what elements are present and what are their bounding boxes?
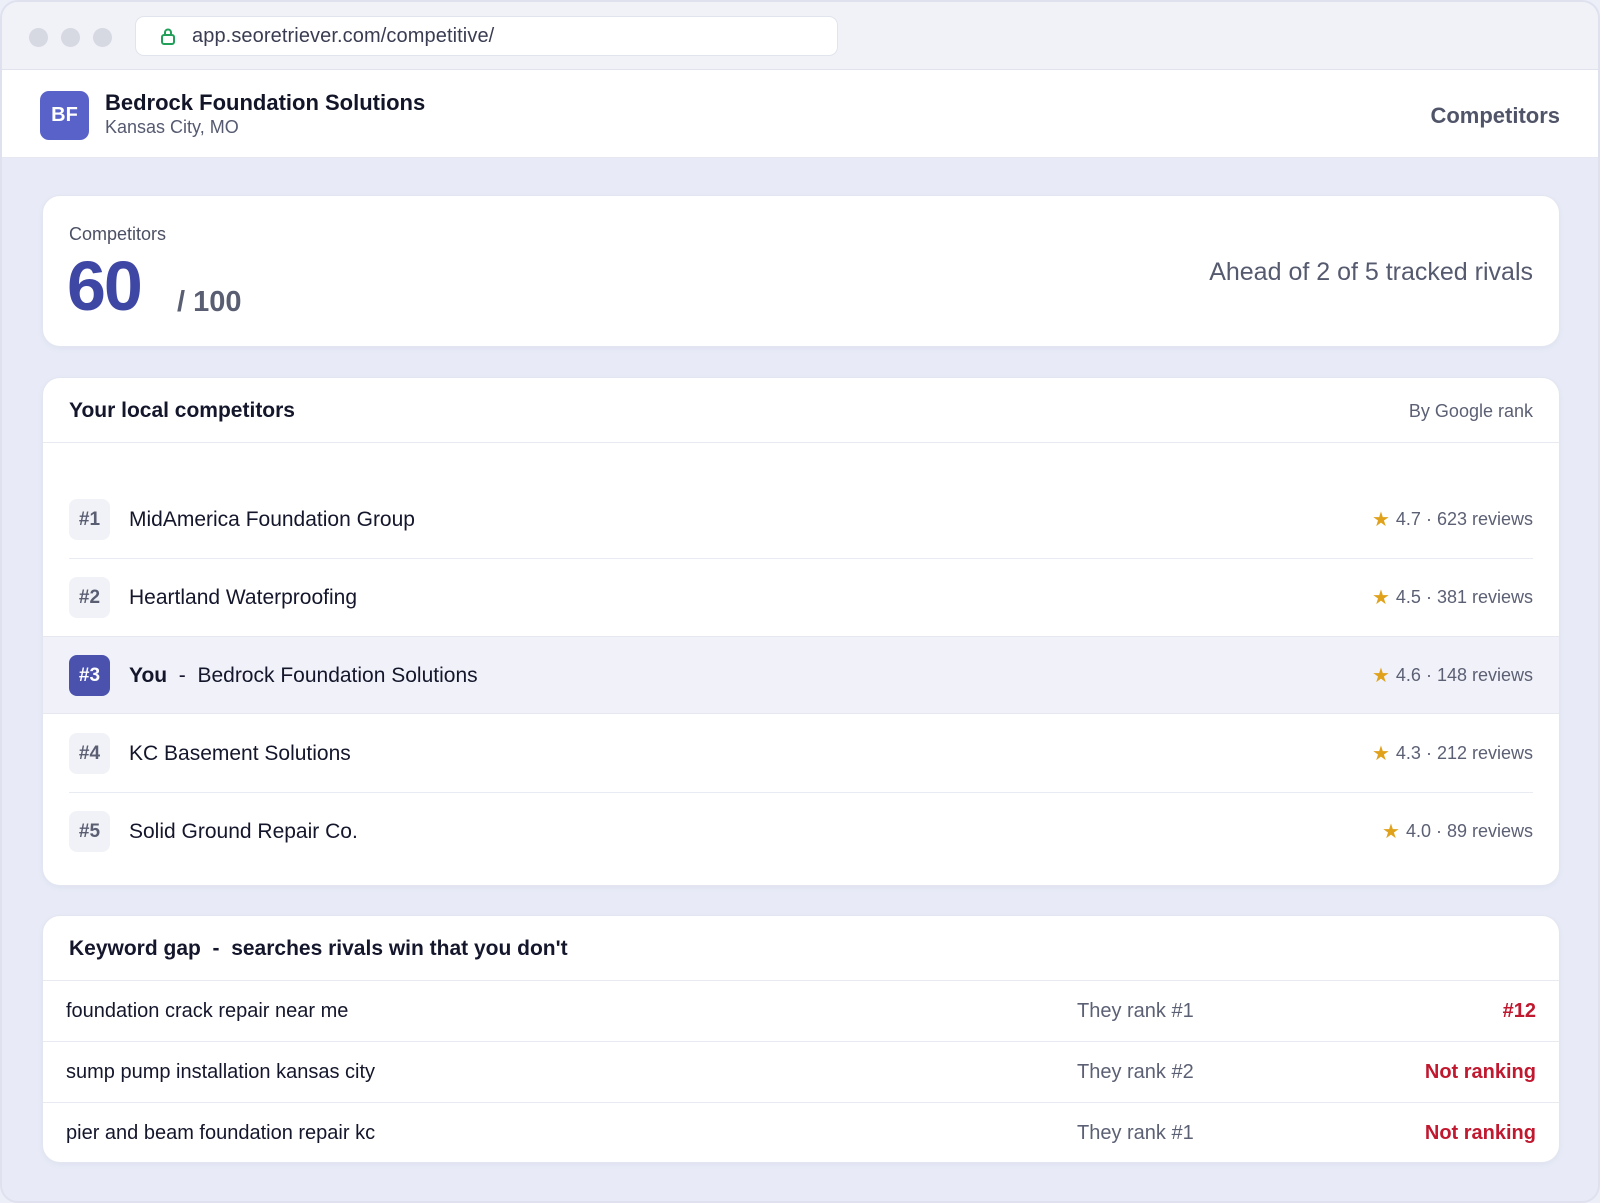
rank-badge: #4 <box>69 733 110 774</box>
window-maximize-dot[interactable] <box>93 28 112 47</box>
window-minimize-dot[interactable] <box>61 28 80 47</box>
competitor-name: You - Bedrock Foundation Solutions <box>129 664 478 687</box>
sort-label[interactable]: By Google rank <box>1409 401 1533 422</box>
browser-window: app.seoretriever.com/competitive/ BF Bed… <box>0 0 1600 1203</box>
business-location: Kansas City, MO <box>105 117 239 137</box>
address-bar[interactable]: app.seoretriever.com/competitive/ <box>135 16 838 56</box>
keyword-row[interactable]: sump pump installation kansas city They … <box>43 1042 1559 1103</box>
competitor-row[interactable]: #4 KC Basement Solutions ★ 4.3 · 212 revi… <box>69 715 1533 793</box>
competitor-name: Solid Ground Repair Co. <box>129 820 358 843</box>
business-name: Bedrock Foundation Solutions <box>105 90 426 115</box>
competitor-rating: ★ 4.6 · 148 reviews <box>1371 664 1533 687</box>
competitor-rating: ★ 4.5 · 381 reviews <box>1371 586 1533 609</box>
star-icon: ★ <box>1371 586 1390 609</box>
score-summary: Ahead of 2 of 5 tracked rivals <box>1209 258 1533 286</box>
score-max: / 100 <box>177 286 242 318</box>
score-value: 60 <box>67 247 143 325</box>
your-rank: #12 <box>1502 1000 1536 1022</box>
your-rank: Not ranking <box>1424 1061 1536 1083</box>
nav-competitors[interactable]: Competitors <box>1430 103 1560 129</box>
star-icon: ★ <box>1382 820 1400 843</box>
star-icon: ★ <box>1371 508 1390 531</box>
competitor-row[interactable]: #2 Heartland Waterproofing ★ 4.5 · 381 re… <box>69 559 1533 637</box>
keyword-text: sump pump installation kansas city <box>66 1061 376 1083</box>
window-close-dot[interactable] <box>29 28 48 47</box>
app-header: BF Bedrock Foundation Solutions Kansas C… <box>2 70 1598 158</box>
competitors-title: Your local competitors <box>69 399 295 422</box>
keyword-gap-title: Keyword gap - searches rivals win that y… <box>69 937 568 960</box>
star-icon: ★ <box>1371 664 1390 687</box>
you-label: You <box>129 664 168 687</box>
competitors-header: Your local competitors By Google rank <box>43 378 1559 443</box>
competitors-card: Your local competitors By Google rank #1… <box>42 377 1560 886</box>
score-label: Competitors <box>69 224 167 244</box>
competitor-name: MidAmerica Foundation Group <box>129 508 415 531</box>
competitor-row[interactable]: #1 MidAmerica Foundation Group ★ 4.7 · 62… <box>69 481 1533 559</box>
rival-rank: They rank #1 <box>1077 1122 1194 1144</box>
keyword-gap-header: Keyword gap - searches rivals win that y… <box>43 916 1559 981</box>
keyword-row[interactable]: foundation crack repair near me They ran… <box>43 981 1559 1042</box>
url-text: app.seoretriever.com/competitive/ <box>192 24 495 47</box>
rank-badge: #5 <box>69 811 110 852</box>
business-avatar: BF <box>40 91 89 140</box>
browser-chrome: app.seoretriever.com/competitive/ <box>2 2 1598 70</box>
score-card: Competitors 60 / 100 Ahead of 2 of 5 tra… <box>42 195 1560 347</box>
competitor-row[interactable]: #5 Solid Ground Repair Co. ★ 4.0 · 89 rev… <box>69 793 1533 871</box>
competitor-rating: ★ 4.3 · 212 reviews <box>1371 742 1533 765</box>
rival-rank: They rank #2 <box>1077 1061 1194 1083</box>
your-rank: Not ranking <box>1424 1122 1536 1144</box>
star-icon: ★ <box>1371 742 1390 765</box>
keyword-row[interactable]: pier and beam foundation repair kc They … <box>43 1103 1559 1162</box>
rank-badge: #3 <box>69 655 110 696</box>
competitor-row-you[interactable]: #3 You - Bedrock Foundation Solutions ★ 4… <box>43 636 1559 714</box>
keyword-gap-card: Keyword gap - searches rivals win that y… <box>42 915 1560 1163</box>
competitor-list: #1 MidAmerica Foundation Group ★ 4.7 · 62… <box>43 481 1559 871</box>
competitor-rating: ★ 4.0 · 89 reviews <box>1382 820 1533 843</box>
competitor-rating: ★ 4.7 · 623 reviews <box>1371 508 1533 531</box>
competitor-name: KC Basement Solutions <box>129 742 351 765</box>
rank-badge: #1 <box>69 499 110 540</box>
rank-badge: #2 <box>69 577 110 618</box>
keyword-text: foundation crack repair near me <box>66 1000 349 1022</box>
lock-icon <box>161 28 175 45</box>
rival-rank: They rank #1 <box>1077 1000 1194 1022</box>
competitor-name: Heartland Waterproofing <box>129 586 358 609</box>
keyword-text: pier and beam foundation repair kc <box>66 1122 376 1144</box>
